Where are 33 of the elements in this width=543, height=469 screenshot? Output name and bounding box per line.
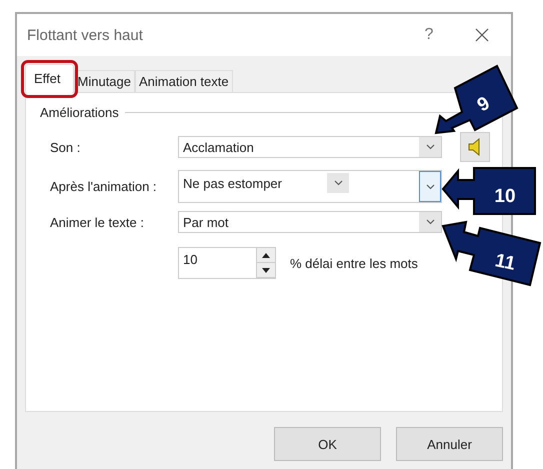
decrement-button[interactable] (257, 263, 275, 278)
dropdown[interactable]: Par mot (178, 211, 442, 233)
caret-icon (426, 144, 434, 150)
help-button[interactable]: ? (419, 26, 439, 44)
caret-icon (426, 219, 434, 225)
sound-button[interactable] (460, 132, 490, 162)
field-label: Animer le texte : (50, 214, 145, 230)
dropdown-button[interactable] (327, 173, 349, 193)
dropdown-button[interactable] (419, 137, 441, 157)
field-label: Après l'animation : (50, 179, 158, 194)
callout: 10 (442, 167, 536, 215)
group-title: Améliorations (40, 105, 119, 120)
dropdown-button[interactable] (419, 171, 441, 202)
dialog-button[interactable]: OK (274, 427, 381, 461)
caret-icon (426, 184, 434, 190)
dropdown[interactable]: Acclamation (178, 136, 442, 158)
speaker-icon (468, 138, 482, 156)
number-field[interactable]: 10 (178, 247, 276, 279)
dropdown[interactable]: Ne pas estomper (178, 170, 442, 203)
field-label: Son : (50, 140, 82, 154)
window-title: Flottant vers haut (27, 26, 144, 44)
callout: 9 (434, 64, 518, 134)
caret-icon (334, 180, 342, 186)
up-icon (262, 252, 270, 258)
increment-button[interactable] (257, 248, 275, 263)
down-icon (262, 268, 270, 272)
callout: 11 (442, 220, 542, 286)
field-label: % délai entre les mots (290, 256, 418, 270)
dialog-button[interactable]: Annuler (396, 427, 503, 461)
close-icon[interactable] (475, 28, 489, 42)
tab[interactable]: Minutage (74, 70, 135, 92)
tab[interactable]: Animation texte (135, 70, 233, 92)
dropdown-button[interactable] (419, 212, 441, 232)
